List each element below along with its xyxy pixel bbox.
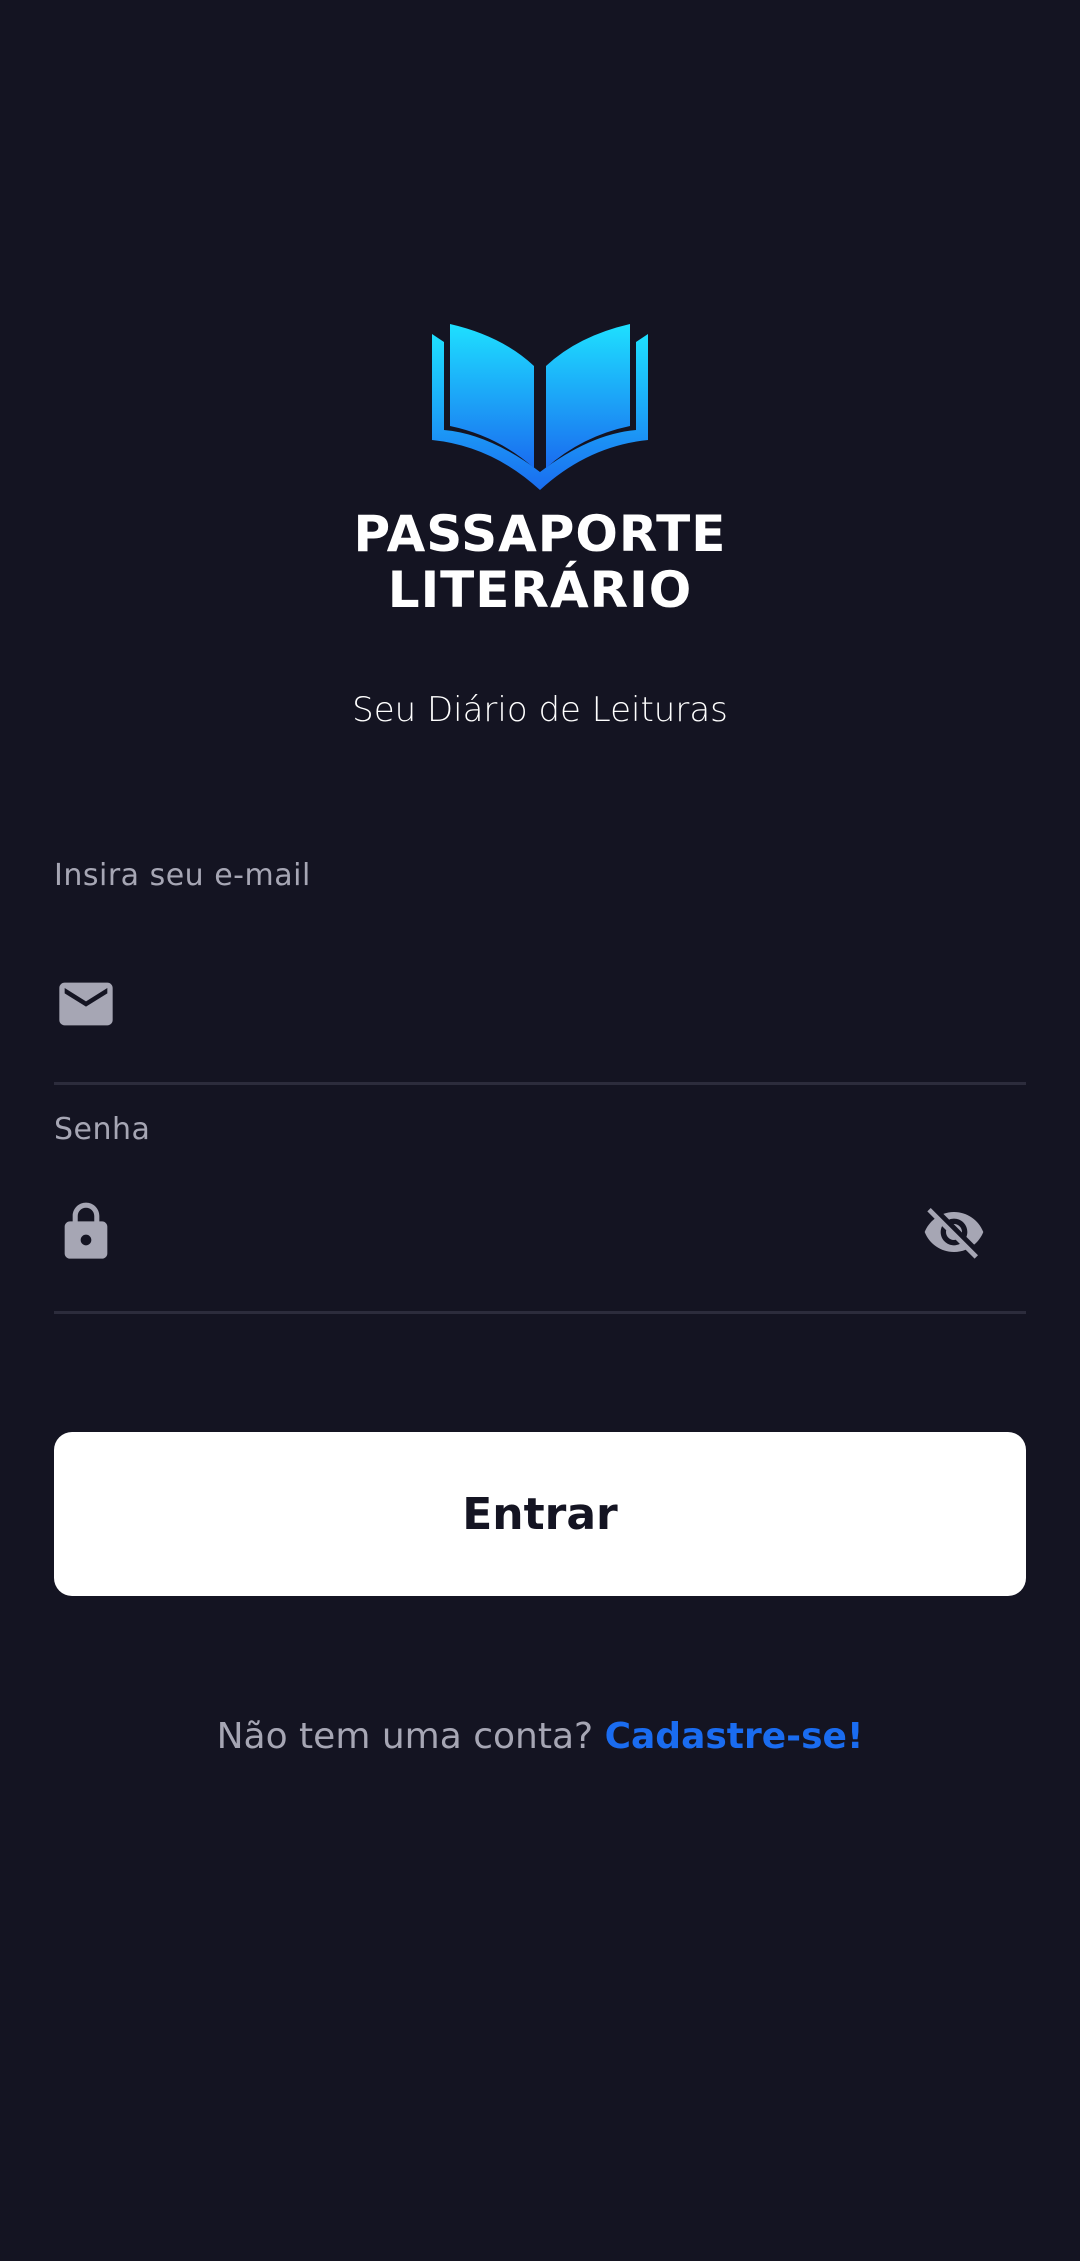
password-underline <box>54 1311 1026 1314</box>
eye-off-icon[interactable] <box>922 1200 986 1264</box>
email-underline <box>54 1082 1026 1085</box>
password-label: Senha <box>54 1112 151 1147</box>
brand-title-line2: LITERÁRIO <box>387 561 693 619</box>
email-input[interactable] <box>140 968 1024 1040</box>
brand-tagline: Seu Diário de Leituras <box>352 690 728 730</box>
signup-link[interactable]: Cadastre-se! <box>605 1716 864 1757</box>
email-label: Insira seu e-mail <box>54 858 311 893</box>
lock-icon <box>64 1202 108 1259</box>
password-input[interactable] <box>140 1196 904 1268</box>
mail-icon <box>59 982 113 1026</box>
signup-prompt-text: Não tem uma conta? <box>216 1716 594 1757</box>
brand-title-line1: PASSAPORTE <box>353 505 727 563</box>
open-book-icon <box>432 324 648 490</box>
signup-prompt: Não tem uma conta? Cadastre-se! <box>0 1716 1080 1757</box>
brand-title: PASSAPORTE LITERÁRIO <box>0 506 1080 618</box>
login-button[interactable]: Entrar <box>54 1432 1026 1596</box>
